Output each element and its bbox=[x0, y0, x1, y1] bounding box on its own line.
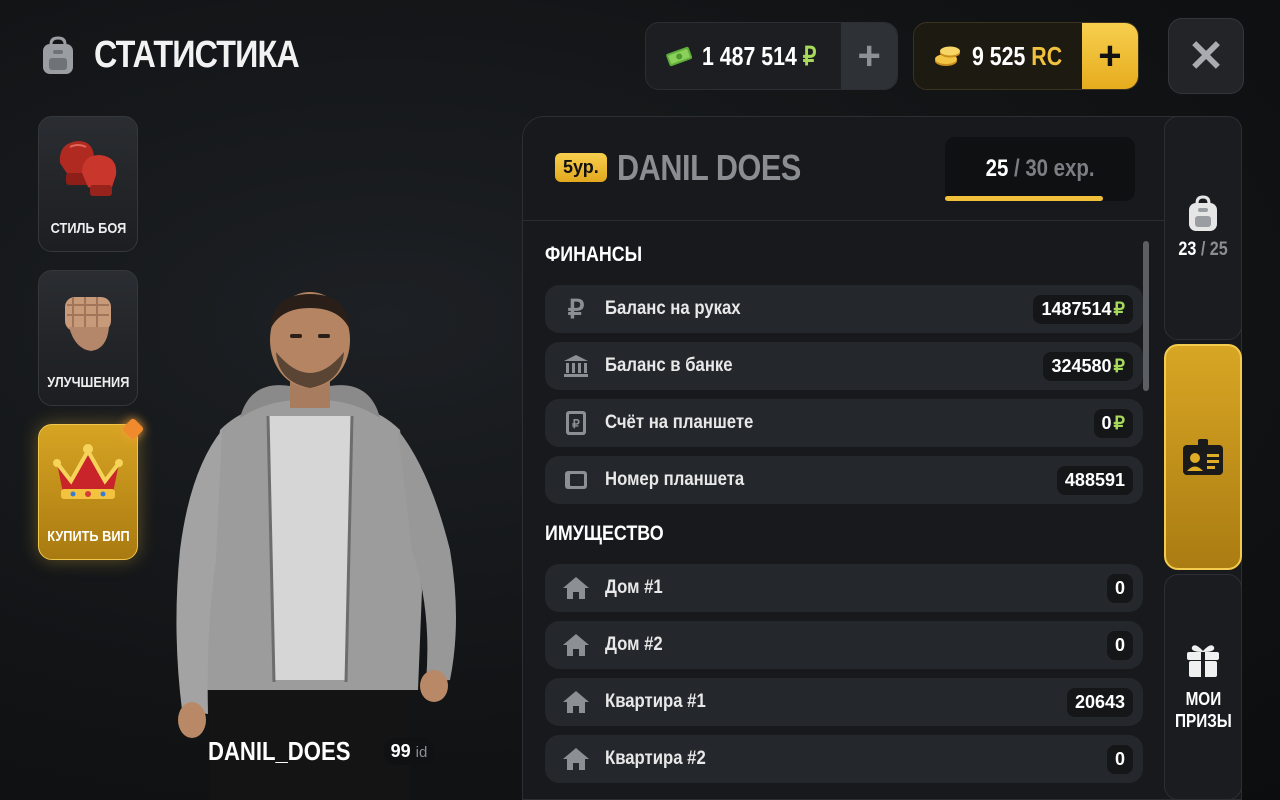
profile-header: 5ур. DANIL DOES 25 / 30 exp. bbox=[523, 117, 1241, 221]
backpack-icon bbox=[1189, 195, 1217, 231]
exp-separator: / bbox=[1008, 155, 1026, 182]
row-currency: ₽ bbox=[1113, 412, 1125, 433]
finance-row-cash: ₽ Баланс на руках 1487514 ₽ bbox=[545, 285, 1143, 333]
row-value: 1487514 bbox=[1041, 298, 1112, 319]
finances-title: ФИНАНСЫ bbox=[545, 243, 643, 266]
row-value: 20643 bbox=[1074, 691, 1125, 712]
bank-icon bbox=[561, 351, 591, 381]
row-currency: ₽ bbox=[1113, 355, 1125, 376]
page-header: СТАТИСТИКА bbox=[40, 34, 335, 77]
buy-vip-label: КУПИТЬ ВИП bbox=[46, 528, 130, 545]
inventory-separator: / bbox=[1196, 239, 1210, 260]
upgrades-label: УЛУЧШЕНИЯ bbox=[46, 374, 130, 391]
scrollbar[interactable] bbox=[1143, 241, 1149, 391]
cash-currency: ₽ bbox=[802, 40, 817, 71]
row-label: Номер планшета bbox=[605, 469, 745, 490]
svg-text:₽: ₽ bbox=[572, 417, 580, 431]
row-label: Баланс в банке bbox=[605, 355, 733, 376]
house-icon bbox=[561, 630, 591, 660]
backpack-icon bbox=[43, 35, 73, 74]
exp-progress-bar bbox=[945, 196, 1103, 201]
house-icon bbox=[561, 573, 591, 603]
tab-stats[interactable] bbox=[1164, 344, 1242, 570]
tab-inventory[interactable]: 23 / 25 bbox=[1164, 116, 1242, 340]
rc-balance: 9 525 RC + bbox=[913, 22, 1139, 90]
house-icon bbox=[561, 744, 591, 774]
close-icon: ✕ bbox=[1187, 31, 1225, 81]
row-currency: ₽ bbox=[1113, 298, 1125, 319]
upgrades-button[interactable]: УЛУЧШЕНИЯ bbox=[38, 270, 138, 406]
property-row: Дом #1 0 bbox=[545, 564, 1143, 612]
row-label: Дом #2 bbox=[605, 634, 663, 655]
id-card-icon bbox=[1183, 439, 1223, 475]
row-value: 324580 bbox=[1051, 355, 1112, 376]
player-name: DANIL_DOES bbox=[208, 736, 351, 766]
stats-panel: 5ур. DANIL DOES 25 / 30 exp. ФИНАНСЫ ₽ Б… bbox=[522, 116, 1242, 800]
player-id: 99 bbox=[390, 741, 411, 761]
row-label: Счёт на планшете bbox=[605, 412, 754, 433]
page-title: СТАТИСТИКА bbox=[94, 34, 300, 76]
cash-icon bbox=[666, 46, 692, 67]
stats-list[interactable]: ФИНАНСЫ ₽ Баланс на руках 1487514 ₽ Балан… bbox=[523, 221, 1165, 799]
level-badge: 5ур. bbox=[555, 153, 607, 182]
tab-my-prizes[interactable]: МОИ ПРИЗЫ bbox=[1164, 574, 1242, 800]
row-label: Квартира #2 bbox=[605, 748, 706, 769]
experience-box: 25 / 30 exp. bbox=[945, 137, 1135, 201]
inventory-max: 25 bbox=[1209, 239, 1228, 260]
prizes-label-line2: ПРИЗЫ bbox=[1174, 711, 1232, 731]
profile-name: DANIL DOES bbox=[617, 147, 801, 188]
property-row: Дом #2 0 bbox=[545, 621, 1143, 669]
finance-row-tablet-account: ₽ Счёт на планшете 0 ₽ bbox=[545, 399, 1143, 447]
player-nameplate: DANIL_DOES 99 id bbox=[208, 736, 435, 767]
row-value: 0 bbox=[1114, 634, 1125, 655]
gift-icon bbox=[1187, 645, 1219, 677]
player-id-suffix: id bbox=[415, 744, 428, 761]
player-id-badge: 99 id bbox=[383, 738, 435, 765]
buy-vip-button[interactable]: КУПИТЬ ВИП bbox=[38, 417, 145, 560]
row-value: 0 bbox=[1114, 748, 1125, 769]
cash-balance: 1 487 514 ₽ + bbox=[645, 22, 898, 90]
exp-total: 30 exp. bbox=[1025, 155, 1095, 182]
house-icon bbox=[561, 687, 591, 717]
inventory-count: 23 bbox=[1178, 239, 1197, 260]
close-button[interactable]: ✕ bbox=[1168, 18, 1244, 94]
property-row: Квартира #2 0 bbox=[545, 735, 1143, 783]
right-tab-strip: 23 / 25 МОИ ПРИЗЫ bbox=[1164, 116, 1242, 800]
cash-amount: 1 487 514 bbox=[702, 40, 797, 71]
fight-style-button[interactable]: СТИЛЬ БОЯ bbox=[38, 116, 138, 252]
fight-style-label: СТИЛЬ БОЯ bbox=[50, 220, 126, 237]
tablet-account-icon: ₽ bbox=[561, 408, 591, 438]
finance-row-tablet-number: Номер планшета 488591 bbox=[545, 456, 1143, 504]
prizes-label-line1: МОИ bbox=[1185, 689, 1221, 709]
add-rc-button[interactable]: + bbox=[1081, 23, 1138, 89]
property-row: Квартира #1 20643 bbox=[545, 678, 1143, 726]
row-label: Квартира #1 bbox=[605, 691, 706, 712]
notification-badge bbox=[121, 417, 145, 441]
boxing-gloves-icon bbox=[59, 141, 117, 196]
tablet-icon bbox=[561, 465, 591, 495]
crown-icon bbox=[53, 444, 123, 499]
add-cash-button[interactable]: + bbox=[841, 23, 897, 89]
player-character bbox=[176, 292, 456, 800]
row-value: 0 bbox=[1101, 412, 1112, 433]
exp-current: 25 bbox=[985, 155, 1009, 182]
coins-icon bbox=[935, 46, 960, 66]
ruble-icon: ₽ bbox=[567, 293, 585, 324]
rc-amount: 9 525 bbox=[972, 40, 1026, 71]
row-value: 488591 bbox=[1064, 469, 1125, 490]
row-value: 0 bbox=[1114, 577, 1125, 598]
property-title: ИМУЩЕСТВО bbox=[545, 522, 664, 545]
row-label: Дом #1 bbox=[605, 577, 663, 598]
finance-row-bank: Баланс в банке 324580 ₽ bbox=[545, 342, 1143, 390]
fist-icon bbox=[65, 297, 111, 351]
row-label: Баланс на руках bbox=[605, 298, 741, 319]
rc-currency: RC bbox=[1031, 40, 1063, 71]
